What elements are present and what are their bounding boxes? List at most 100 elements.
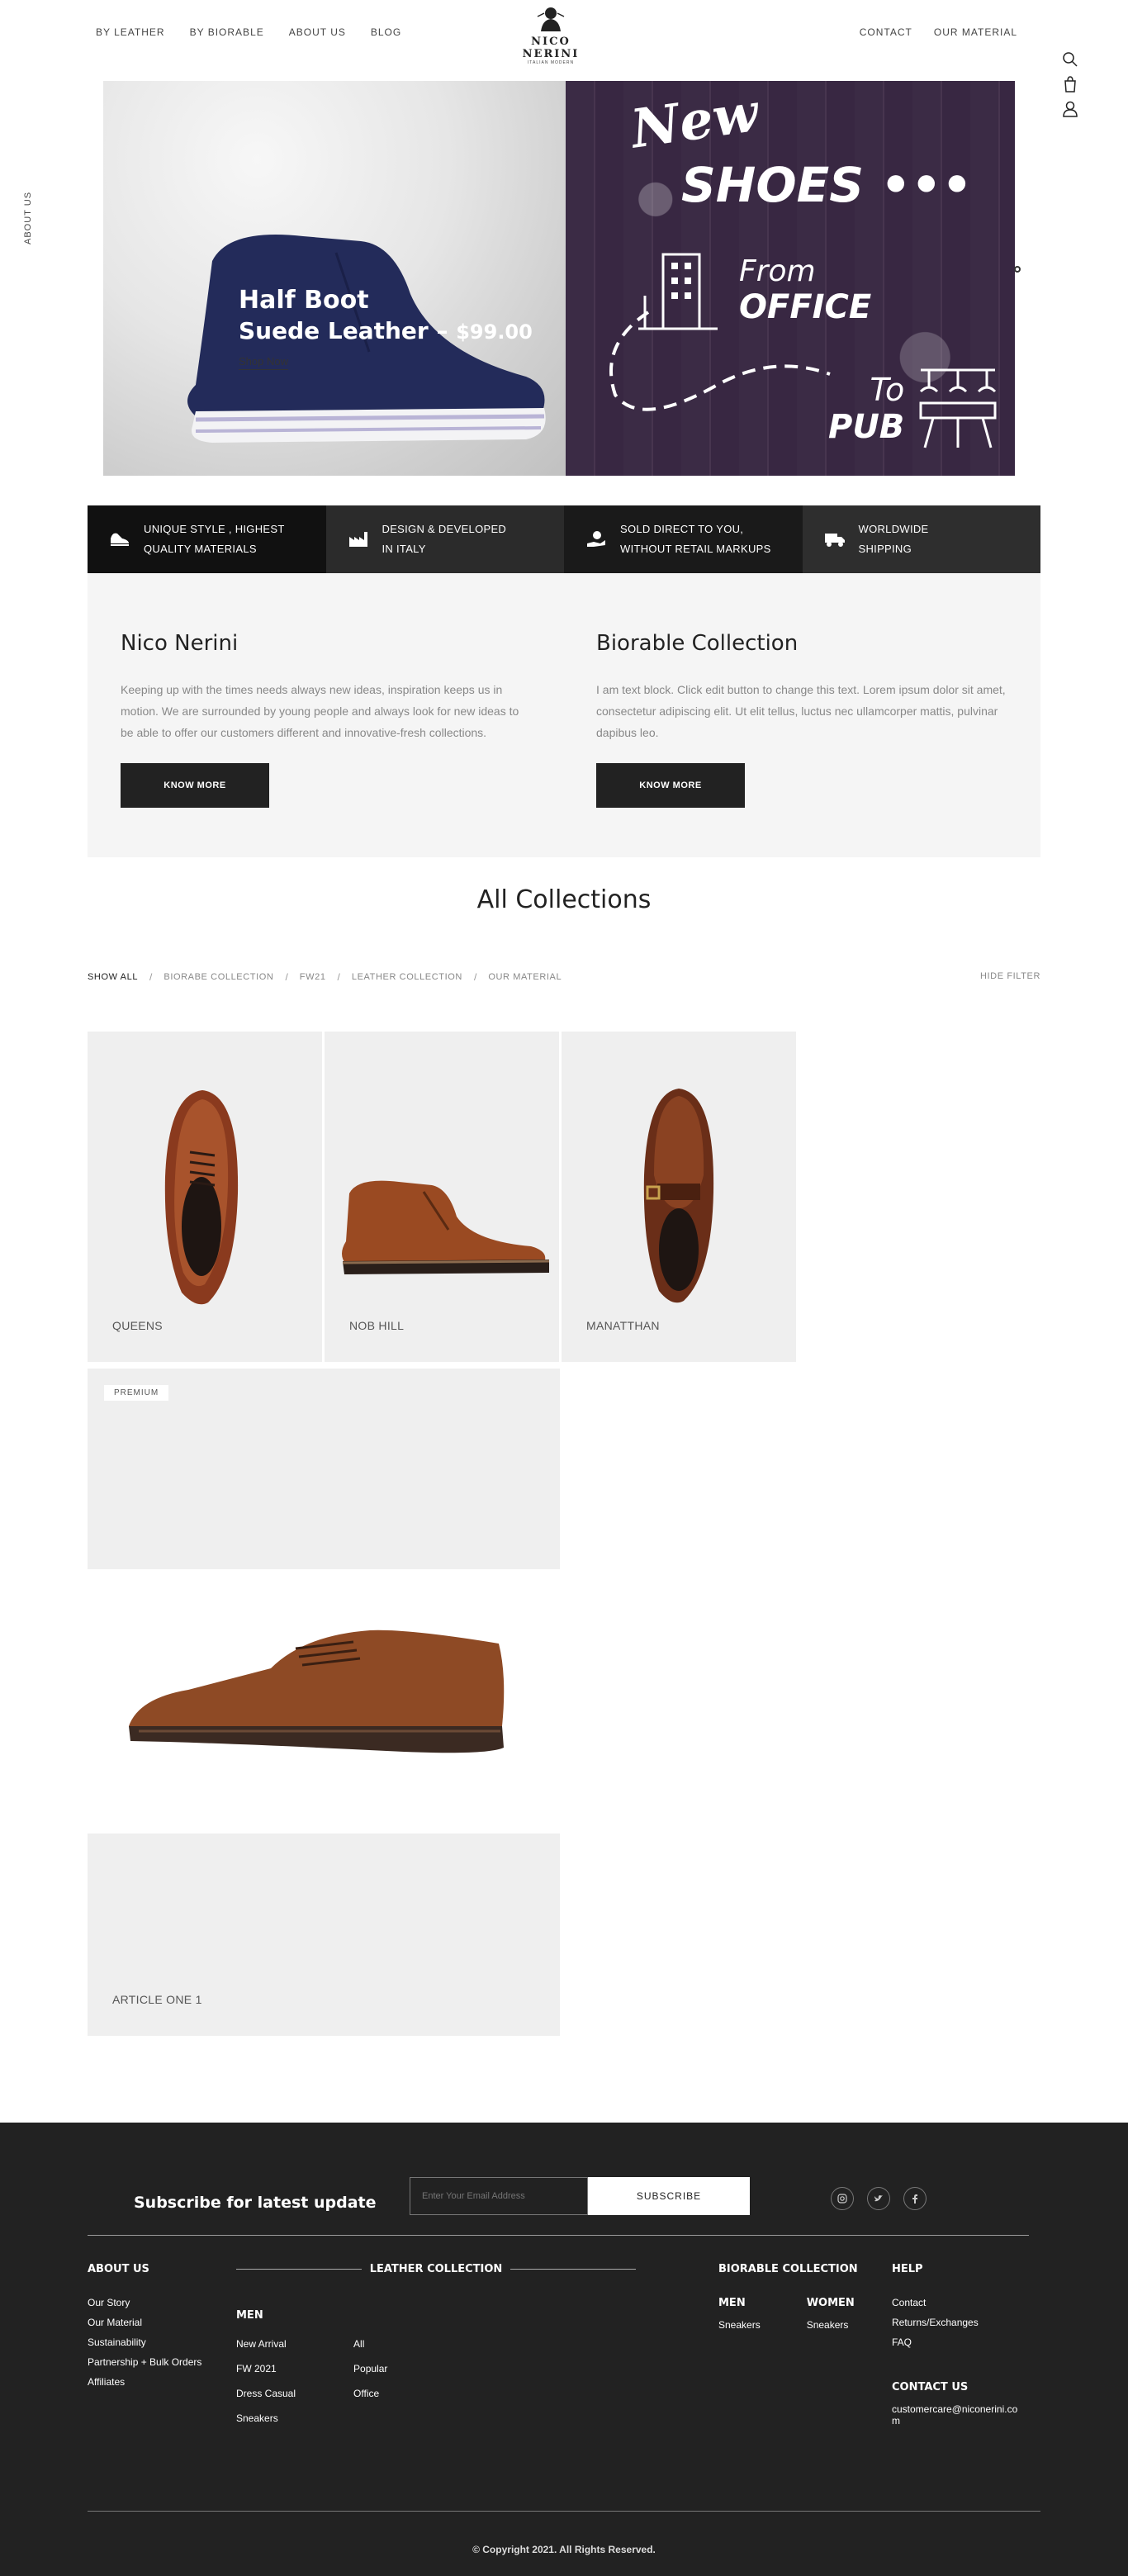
- dashed-path-decoration: [609, 311, 831, 411]
- footer-link-partnership[interactable]: Partnership + Bulk Orders: [88, 2356, 201, 2368]
- site-header: BY LEATHER BY BIORABLE ABOUT US BLOG NIC…: [0, 0, 1128, 117]
- logo-subtitle: ITALIAN MODERN: [527, 60, 575, 65]
- footer-contact-email-line1: customercare@niconerini.co: [892, 2403, 1018, 2415]
- email-input[interactable]: [410, 2177, 588, 2215]
- footer-help-title: HELP: [892, 2263, 923, 2275]
- main-nav-right: CONTACT OUR MATERIAL: [860, 26, 1017, 38]
- filter-our-material[interactable]: OUR MATERIAL: [488, 972, 562, 982]
- filter-separator: /: [337, 971, 340, 983]
- hero-banner: Half Boot Suede Leather – $99.00 Shop No…: [103, 81, 1015, 476]
- footer-help-column: HELP Contact Returns/Exchanges FAQ CONTA…: [892, 2263, 1017, 2427]
- feature-direct-line2: WITHOUT RETAIL MARKUPS: [620, 543, 771, 555]
- footer-link-women-sneakers[interactable]: Sneakers: [807, 2319, 855, 2331]
- footer-biorable-groups: MEN Sneakers WOMEN Sneakers: [718, 2297, 858, 2331]
- oxford-shoe-image: [164, 1090, 239, 1305]
- heading-line-right: [510, 2269, 637, 2270]
- footer-link-contact[interactable]: Contact: [892, 2297, 1017, 2308]
- product-label-manatthan: MANATTHAN: [586, 1319, 660, 1332]
- footer-link-men-sneakers[interactable]: Sneakers: [718, 2319, 761, 2331]
- intro-section: Nico Nerini Keeping up with the times ne…: [88, 573, 1040, 857]
- subscribe-form: SUBSCRIBE: [410, 2177, 750, 2215]
- promo-to-pub: To PUB: [828, 372, 904, 446]
- product-card-queens[interactable]: QUEENS: [88, 1032, 322, 1362]
- feature-shipping-text: WORLDWIDE SHIPPING: [859, 519, 929, 559]
- filter-fw21[interactable]: FW21: [300, 972, 326, 982]
- facebook-icon[interactable]: [903, 2187, 927, 2210]
- footer-link-returns[interactable]: Returns/Exchanges: [892, 2317, 1017, 2328]
- footer-link-faq[interactable]: FAQ: [892, 2336, 1017, 2348]
- footer-biorable-women-title: WOMEN: [806, 2297, 855, 2309]
- nav-our-material[interactable]: OUR MATERIAL: [934, 26, 1017, 38]
- subscribe-button[interactable]: SUBSCRIBE: [588, 2177, 750, 2215]
- nav-by-leather[interactable]: BY LEATHER: [96, 26, 165, 38]
- chukka-boot-image: [342, 1180, 550, 1274]
- nav-contact[interactable]: CONTACT: [860, 26, 912, 38]
- shop-now-link[interactable]: Shop Now: [239, 355, 288, 370]
- footer-leather-columns: New Arrival FW 2021 Dress Casual Sneaker…: [236, 2338, 387, 2424]
- search-icon[interactable]: [1062, 51, 1078, 68]
- site-logo[interactable]: NICO NERINI ITALIAN MODERN: [505, 5, 596, 65]
- nav-about-us[interactable]: ABOUT US: [289, 26, 346, 38]
- factory-icon: [348, 532, 367, 547]
- social-links: [831, 2187, 927, 2210]
- site-footer: Subscribe for latest update SUBSCRIBE AB…: [0, 2123, 1128, 2576]
- product-card-nob-hill[interactable]: NOB HILL: [325, 1032, 559, 1362]
- carousel-dot[interactable]: [1014, 266, 1021, 273]
- footer-link-office[interactable]: Office: [353, 2388, 387, 2399]
- feature-direct-text: SOLD DIRECT TO YOU, WITHOUT RETAIL MARKU…: [620, 519, 771, 559]
- article-card[interactable]: ARTICLE ONE 1: [88, 1834, 560, 2036]
- footer-link-our-material[interactable]: Our Material: [88, 2317, 201, 2328]
- promo-to: To: [870, 372, 905, 408]
- feature-italy-line1: DESIGN & DEVELOPED: [382, 523, 507, 535]
- hide-filter-button[interactable]: HIDE FILTER: [980, 971, 1040, 981]
- shopping-bag-icon[interactable]: [1062, 76, 1078, 93]
- know-more-button-right[interactable]: KNOW MORE: [596, 763, 745, 808]
- intro-right-title: Biorable Collection: [596, 631, 799, 656]
- footer-contact-email[interactable]: customercare@niconerini.co m: [892, 2403, 1017, 2427]
- know-more-button-left[interactable]: KNOW MORE: [121, 763, 269, 808]
- hero-title-line2: Suede Leather – $99.00: [239, 315, 533, 348]
- product-card-manatthan[interactable]: MANATTHAN: [562, 1032, 796, 1362]
- intro-left-title: Nico Nerini: [121, 631, 239, 656]
- footer-link-fw2021[interactable]: FW 2021: [236, 2363, 296, 2374]
- bar-counter-icon: [919, 368, 997, 448]
- footer-link-popular[interactable]: Popular: [353, 2363, 387, 2374]
- filter-leather-collection[interactable]: LEATHER COLLECTION: [352, 972, 462, 982]
- feature-shipping-line1: WORLDWIDE: [858, 523, 929, 535]
- footer-leather-title: LEATHER COLLECTION: [369, 2263, 503, 2275]
- filter-biorabe-collection[interactable]: BIORABE COLLECTION: [164, 972, 273, 982]
- footer-about-title: ABOUT US: [88, 2263, 149, 2275]
- twitter-icon[interactable]: [867, 2187, 890, 2210]
- logo-figure-icon: [537, 7, 565, 31]
- footer-link-sneakers[interactable]: Sneakers: [236, 2412, 296, 2424]
- feature-quality-text: UNIQUE STYLE , HIGHEST QUALITY MATERIALS: [144, 519, 285, 559]
- footer-leather-col1: New Arrival FW 2021 Dress Casual Sneaker…: [236, 2338, 296, 2424]
- product-label-queens: QUEENS: [112, 1319, 163, 1332]
- nav-blog[interactable]: BLOG: [371, 26, 401, 38]
- footer-link-dress-casual[interactable]: Dress Casual: [236, 2388, 296, 2399]
- feature-italy-text: DESIGN & DEVELOPED IN ITALY: [382, 519, 507, 559]
- footer-contact-title: CONTACT US: [892, 2381, 969, 2393]
- side-about-us-link[interactable]: ABOUT US: [23, 192, 33, 244]
- premium-card[interactable]: PREMIUM: [88, 1369, 560, 1569]
- footer-link-sustainability[interactable]: Sustainability: [88, 2336, 201, 2348]
- footer-link-new-arrival[interactable]: New Arrival: [236, 2338, 296, 2350]
- user-account-icon[interactable]: [1062, 101, 1078, 117]
- footer-link-our-story[interactable]: Our Story: [88, 2297, 201, 2308]
- hero-headline: Half Boot Suede Leather – $99.00: [239, 286, 533, 348]
- footer-leather-men: MEN New Arrival FW 2021 Dress Casual Sne…: [236, 2309, 387, 2424]
- promo-pub: PUB: [828, 408, 905, 446]
- footer-link-all[interactable]: All: [353, 2338, 387, 2350]
- feature-quality: UNIQUE STYLE , HIGHEST QUALITY MATERIALS: [88, 505, 326, 573]
- nav-by-biorable[interactable]: BY BIORABLE: [190, 26, 264, 38]
- instagram-icon[interactable]: [831, 2187, 854, 2210]
- intro-right-text: I am text block. Click edit button to ch…: [596, 683, 1006, 739]
- footer-biorable-column: BIORABLE COLLECTION MEN Sneakers WOMEN S…: [718, 2263, 858, 2331]
- feature-italy: DESIGN & DEVELOPED IN ITALY: [325, 505, 564, 573]
- filter-show-all[interactable]: SHOW ALL: [88, 972, 138, 982]
- footer-leather-heading: LEATHER COLLECTION: [236, 2263, 637, 2275]
- collection-filter-bar: SHOW ALL / BIORABE COLLECTION / FW21 / L…: [88, 971, 1040, 988]
- footer-link-affiliates[interactable]: Affiliates: [88, 2376, 201, 2388]
- shoe-icon: [111, 533, 129, 546]
- feature-quality-line2: QUALITY MATERIALS: [144, 543, 257, 555]
